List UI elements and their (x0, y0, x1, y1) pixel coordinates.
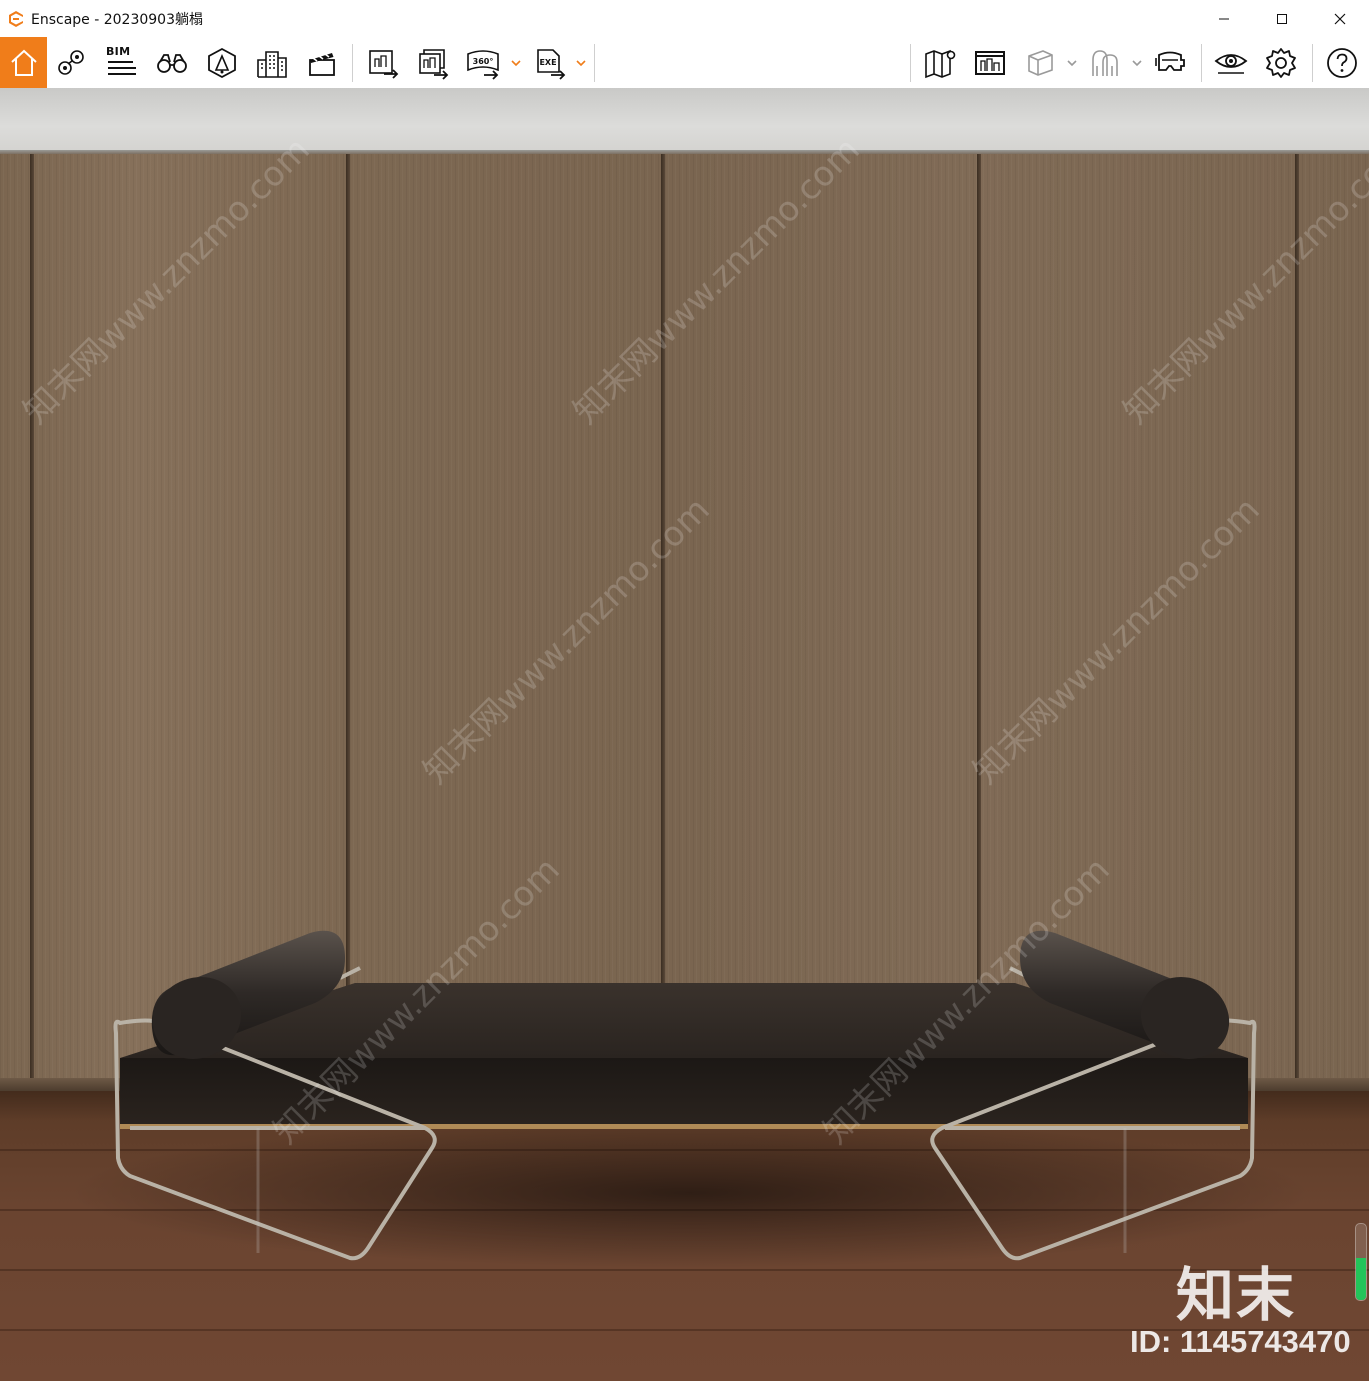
vr-headset-button[interactable] (1150, 37, 1190, 88)
toolbar-separator (1312, 44, 1313, 82)
render-progress-indicator (1355, 1223, 1367, 1301)
window-title: Enscape - 20230903躺榻 (31, 11, 203, 28)
minimize-button[interactable] (1195, 0, 1253, 37)
export-exe-icon: EXE (537, 48, 566, 80)
home-icon (10, 49, 37, 76)
cube-view-icon (1028, 49, 1053, 76)
help-icon (1327, 47, 1357, 78)
asset-library-button[interactable] (202, 37, 242, 88)
main-toolbar: BIM 360° EXE (0, 37, 1369, 88)
export-image-button[interactable] (363, 37, 403, 88)
window-controls (1195, 0, 1369, 37)
settings-button[interactable] (1261, 37, 1301, 88)
export-image-icon (369, 49, 399, 79)
export-360-icon: 360° (467, 49, 499, 80)
close-icon (1334, 13, 1346, 24)
svg-text:360°: 360° (473, 57, 494, 66)
svg-text:EXE: EXE (539, 58, 556, 67)
batch-export-icon (419, 48, 449, 80)
asset-id-watermark: ID: 1145743470 (1130, 1324, 1351, 1359)
close-button[interactable] (1311, 0, 1369, 37)
media-icon (975, 50, 1005, 75)
binoculars-button[interactable] (152, 37, 192, 88)
title-bar: Enscape - 20230903躺榻 (0, 0, 1369, 37)
toolbar-separator (594, 44, 595, 82)
export-exe-button[interactable]: EXE (530, 37, 570, 88)
minimize-icon (1219, 18, 1229, 19)
chevron-down-icon (1067, 59, 1077, 66)
media-button[interactable] (970, 37, 1010, 88)
map-icon (925, 49, 956, 78)
binoculars-icon (157, 53, 187, 73)
cube-view-button[interactable] (1020, 37, 1060, 88)
vr-headset-icon (1155, 51, 1185, 71)
export-360-dropdown[interactable] (509, 37, 523, 88)
render-progress-fill (1356, 1258, 1366, 1300)
map-button[interactable] (920, 37, 960, 88)
chevron-down-icon (1132, 59, 1142, 66)
asset-library-icon (208, 47, 236, 78)
location-button[interactable] (52, 37, 92, 88)
help-button[interactable] (1322, 37, 1362, 88)
enscape-logo-icon (9, 10, 23, 27)
home-button[interactable] (0, 37, 47, 88)
people-dropdown[interactable] (1130, 37, 1144, 88)
people-icon (1092, 49, 1118, 76)
visibility-button[interactable] (1211, 37, 1251, 88)
settings-gear-icon (1266, 47, 1296, 78)
toolbar-separator (1201, 44, 1202, 82)
toolbar-separator (910, 44, 911, 82)
export-exe-dropdown[interactable] (574, 37, 588, 88)
buildings-icon (257, 50, 287, 78)
maximize-icon (1277, 13, 1287, 24)
people-button[interactable] (1085, 37, 1125, 88)
bim-label: BIM (106, 45, 131, 58)
toolbar-separator (352, 44, 353, 82)
chevron-down-icon (511, 59, 521, 66)
render-viewport[interactable]: 知末网www.znzmo.com 知末网www.znzmo.com 知末网www… (0, 88, 1369, 1381)
clapperboard-icon (309, 52, 335, 76)
export-360-button[interactable]: 360° (463, 37, 503, 88)
location-pin-icon (58, 49, 84, 75)
cube-view-dropdown[interactable] (1065, 37, 1079, 88)
video-editor-button[interactable] (302, 37, 342, 88)
brand-watermark: 知末 (1176, 1261, 1297, 1329)
batch-export-button[interactable] (413, 37, 453, 88)
chevron-down-icon (576, 59, 586, 66)
maximize-button[interactable] (1253, 0, 1311, 37)
buildings-button[interactable] (252, 37, 292, 88)
visibility-eye-icon (1214, 53, 1248, 74)
